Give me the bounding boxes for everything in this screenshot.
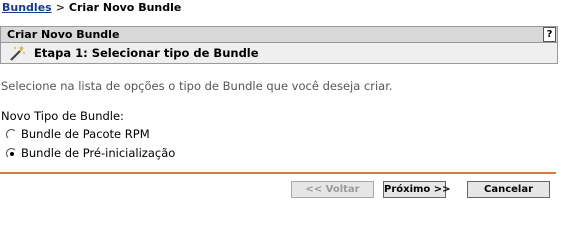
wizard-wand-icon — [10, 45, 25, 61]
radio-label[interactable]: Bundle de Pré-inicialização — [21, 146, 175, 160]
breadcrumb: Bundles > Criar Novo Bundle — [2, 1, 181, 15]
next-button[interactable]: Próximo >> — [383, 181, 451, 198]
divider — [0, 172, 556, 174]
cancel-button[interactable]: Cancelar — [467, 181, 550, 198]
chevron-right-icon: > — [55, 1, 65, 14]
bundle-type-label: Novo Tipo de Bundle: — [1, 109, 124, 123]
wizard-page: Bundles > Criar Novo Bundle Criar Novo Bun… — [0, 0, 563, 206]
radio-option-preboot[interactable]: Bundle de Pré-inicialização — [6, 145, 175, 161]
help-button[interactable]: ? — [543, 27, 556, 42]
breadcrumb-link-bundles[interactable]: Bundles — [2, 1, 52, 14]
radio-button[interactable] — [6, 128, 17, 140]
radio-option-rpm[interactable]: Bundle de Pacote RPM — [6, 126, 150, 142]
instructions-text: Selecione na lista de opções o tipo de B… — [1, 79, 393, 93]
back-button[interactable]: << Voltar — [291, 181, 374, 198]
radio-button-selected[interactable] — [6, 147, 17, 159]
step-title: Etapa 1: Selecionar tipo de Bundle — [34, 46, 259, 60]
step-header: Etapa 1: Selecionar tipo de Bundle — [0, 42, 558, 64]
panel-title: Criar Novo Bundle — [7, 28, 120, 41]
panel-header: Criar Novo Bundle ? — [0, 26, 558, 42]
breadcrumb-current: Criar Novo Bundle — [68, 1, 182, 14]
radio-label[interactable]: Bundle de Pacote RPM — [21, 127, 150, 141]
